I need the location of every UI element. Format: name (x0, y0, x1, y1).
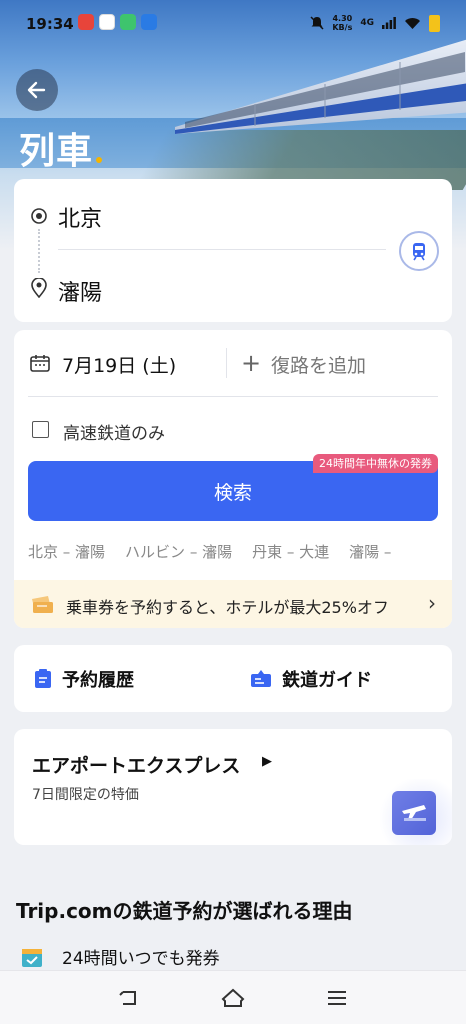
triangle-right-icon: ▶ (262, 754, 272, 769)
route-divider (58, 249, 386, 250)
app-notification-icon (141, 14, 157, 30)
status-bar: 19:34 4.30 KB/s 4G (0, 0, 466, 48)
date-separator (226, 348, 227, 378)
battery-icon (429, 14, 440, 32)
destination-station[interactable]: 瀋陽 (58, 275, 102, 307)
location-pin-icon (31, 278, 47, 298)
signal-icon (382, 17, 396, 29)
back-icon (119, 991, 136, 1005)
calendar-icon (30, 355, 50, 372)
net-speed-unit: KB/s (332, 23, 353, 32)
nav-menu-button[interactable] (324, 985, 350, 1011)
guide-icon (251, 670, 271, 687)
quick-links-card: 予約履歴 鉄道ガイド (14, 645, 452, 712)
why-item: 24時間いつでも発券 (20, 944, 220, 969)
highspeed-checkbox[interactable] (32, 421, 49, 438)
origin-station[interactable]: 北京 (58, 201, 102, 233)
route-connector (38, 229, 40, 273)
app-notification-icon (120, 14, 136, 30)
status-time: 19:34 (26, 15, 74, 33)
promo-badge: 24時間年中無休の発券 (313, 454, 438, 473)
page-title: 列車 (19, 131, 94, 172)
airport-express-subtitle: 7日間限定の特価 (32, 787, 139, 803)
status-indicators: 4.30 KB/s 4G (310, 14, 440, 32)
notification-icons (78, 14, 157, 30)
chevron-right-icon: › (428, 591, 436, 615)
airport-express-card[interactable]: エアポートエクスプレス ▶ 7日間限定の特価 (14, 729, 452, 845)
plus-icon: + (241, 349, 262, 377)
swap-stations-button[interactable] (399, 231, 439, 271)
booking-history-link[interactable]: 予約履歴 (34, 666, 134, 692)
net-speed: 4.30 KB/s (332, 14, 352, 32)
train-swap-icon (413, 243, 425, 261)
home-icon (221, 988, 245, 1007)
search-card: 7月19日 (土) + 復路を追加 高速鉄道のみ 検索 24時間年中無休の発券 … (14, 330, 452, 628)
booking-history-label: 予約履歴 (62, 670, 134, 691)
net-speed-value: 4.30 (332, 14, 353, 23)
calendar-check-icon (22, 948, 42, 967)
menu-icon (328, 991, 346, 1005)
why-section-title: Trip.comの鉄道予約が選ばれる理由 (16, 899, 353, 923)
app-notification-icon (78, 14, 94, 30)
mute-icon (310, 16, 324, 30)
nav-home-button[interactable] (220, 985, 246, 1011)
date-divider (28, 396, 438, 397)
why-item-text: 24時間いつでも発券 (62, 949, 220, 969)
hotel-promo-banner[interactable]: 乗車券を予約すると、ホテルが最大25%オフ › (14, 580, 452, 628)
system-nav-bar (0, 970, 466, 1024)
nav-back-button[interactable] (116, 985, 142, 1011)
hotel-promo-text: 乗車券を予約すると、ホテルが最大25%オフ (66, 598, 389, 617)
ticket-icon (32, 596, 53, 613)
recent-routes: 北京 – 瀋陽 ハルビン – 瀋陽 丹東 – 大連 瀋陽 – (28, 541, 438, 562)
airport-express-title: エアポートエクスプレス (32, 755, 241, 777)
title-accent-dot (96, 157, 102, 163)
add-return-button[interactable]: 復路を追加 (271, 351, 366, 378)
departure-date[interactable]: 7月19日 (土) (62, 351, 176, 378)
plane-ticket-icon (392, 791, 436, 835)
railway-guide-label: 鉄道ガイド (282, 670, 372, 691)
arrow-left-icon (27, 81, 46, 99)
network-type: 4G (360, 18, 374, 28)
app-notification-icon (99, 14, 115, 30)
origin-icon (31, 208, 47, 224)
back-button[interactable] (16, 69, 58, 111)
recent-route-item[interactable]: 丹東 – 大連 (252, 541, 329, 562)
recent-route-item[interactable]: ハルビン – 瀋陽 (125, 541, 232, 562)
railway-guide-link[interactable]: 鉄道ガイド (250, 666, 372, 692)
highspeed-label[interactable]: 高速鉄道のみ (63, 419, 165, 444)
wifi-icon (405, 17, 420, 29)
recent-route-item[interactable]: 瀋陽 – (349, 541, 391, 562)
recent-route-item[interactable]: 北京 – 瀋陽 (28, 541, 105, 562)
route-card: 北京 瀋陽 (14, 179, 452, 322)
clipboard-icon (35, 669, 51, 688)
